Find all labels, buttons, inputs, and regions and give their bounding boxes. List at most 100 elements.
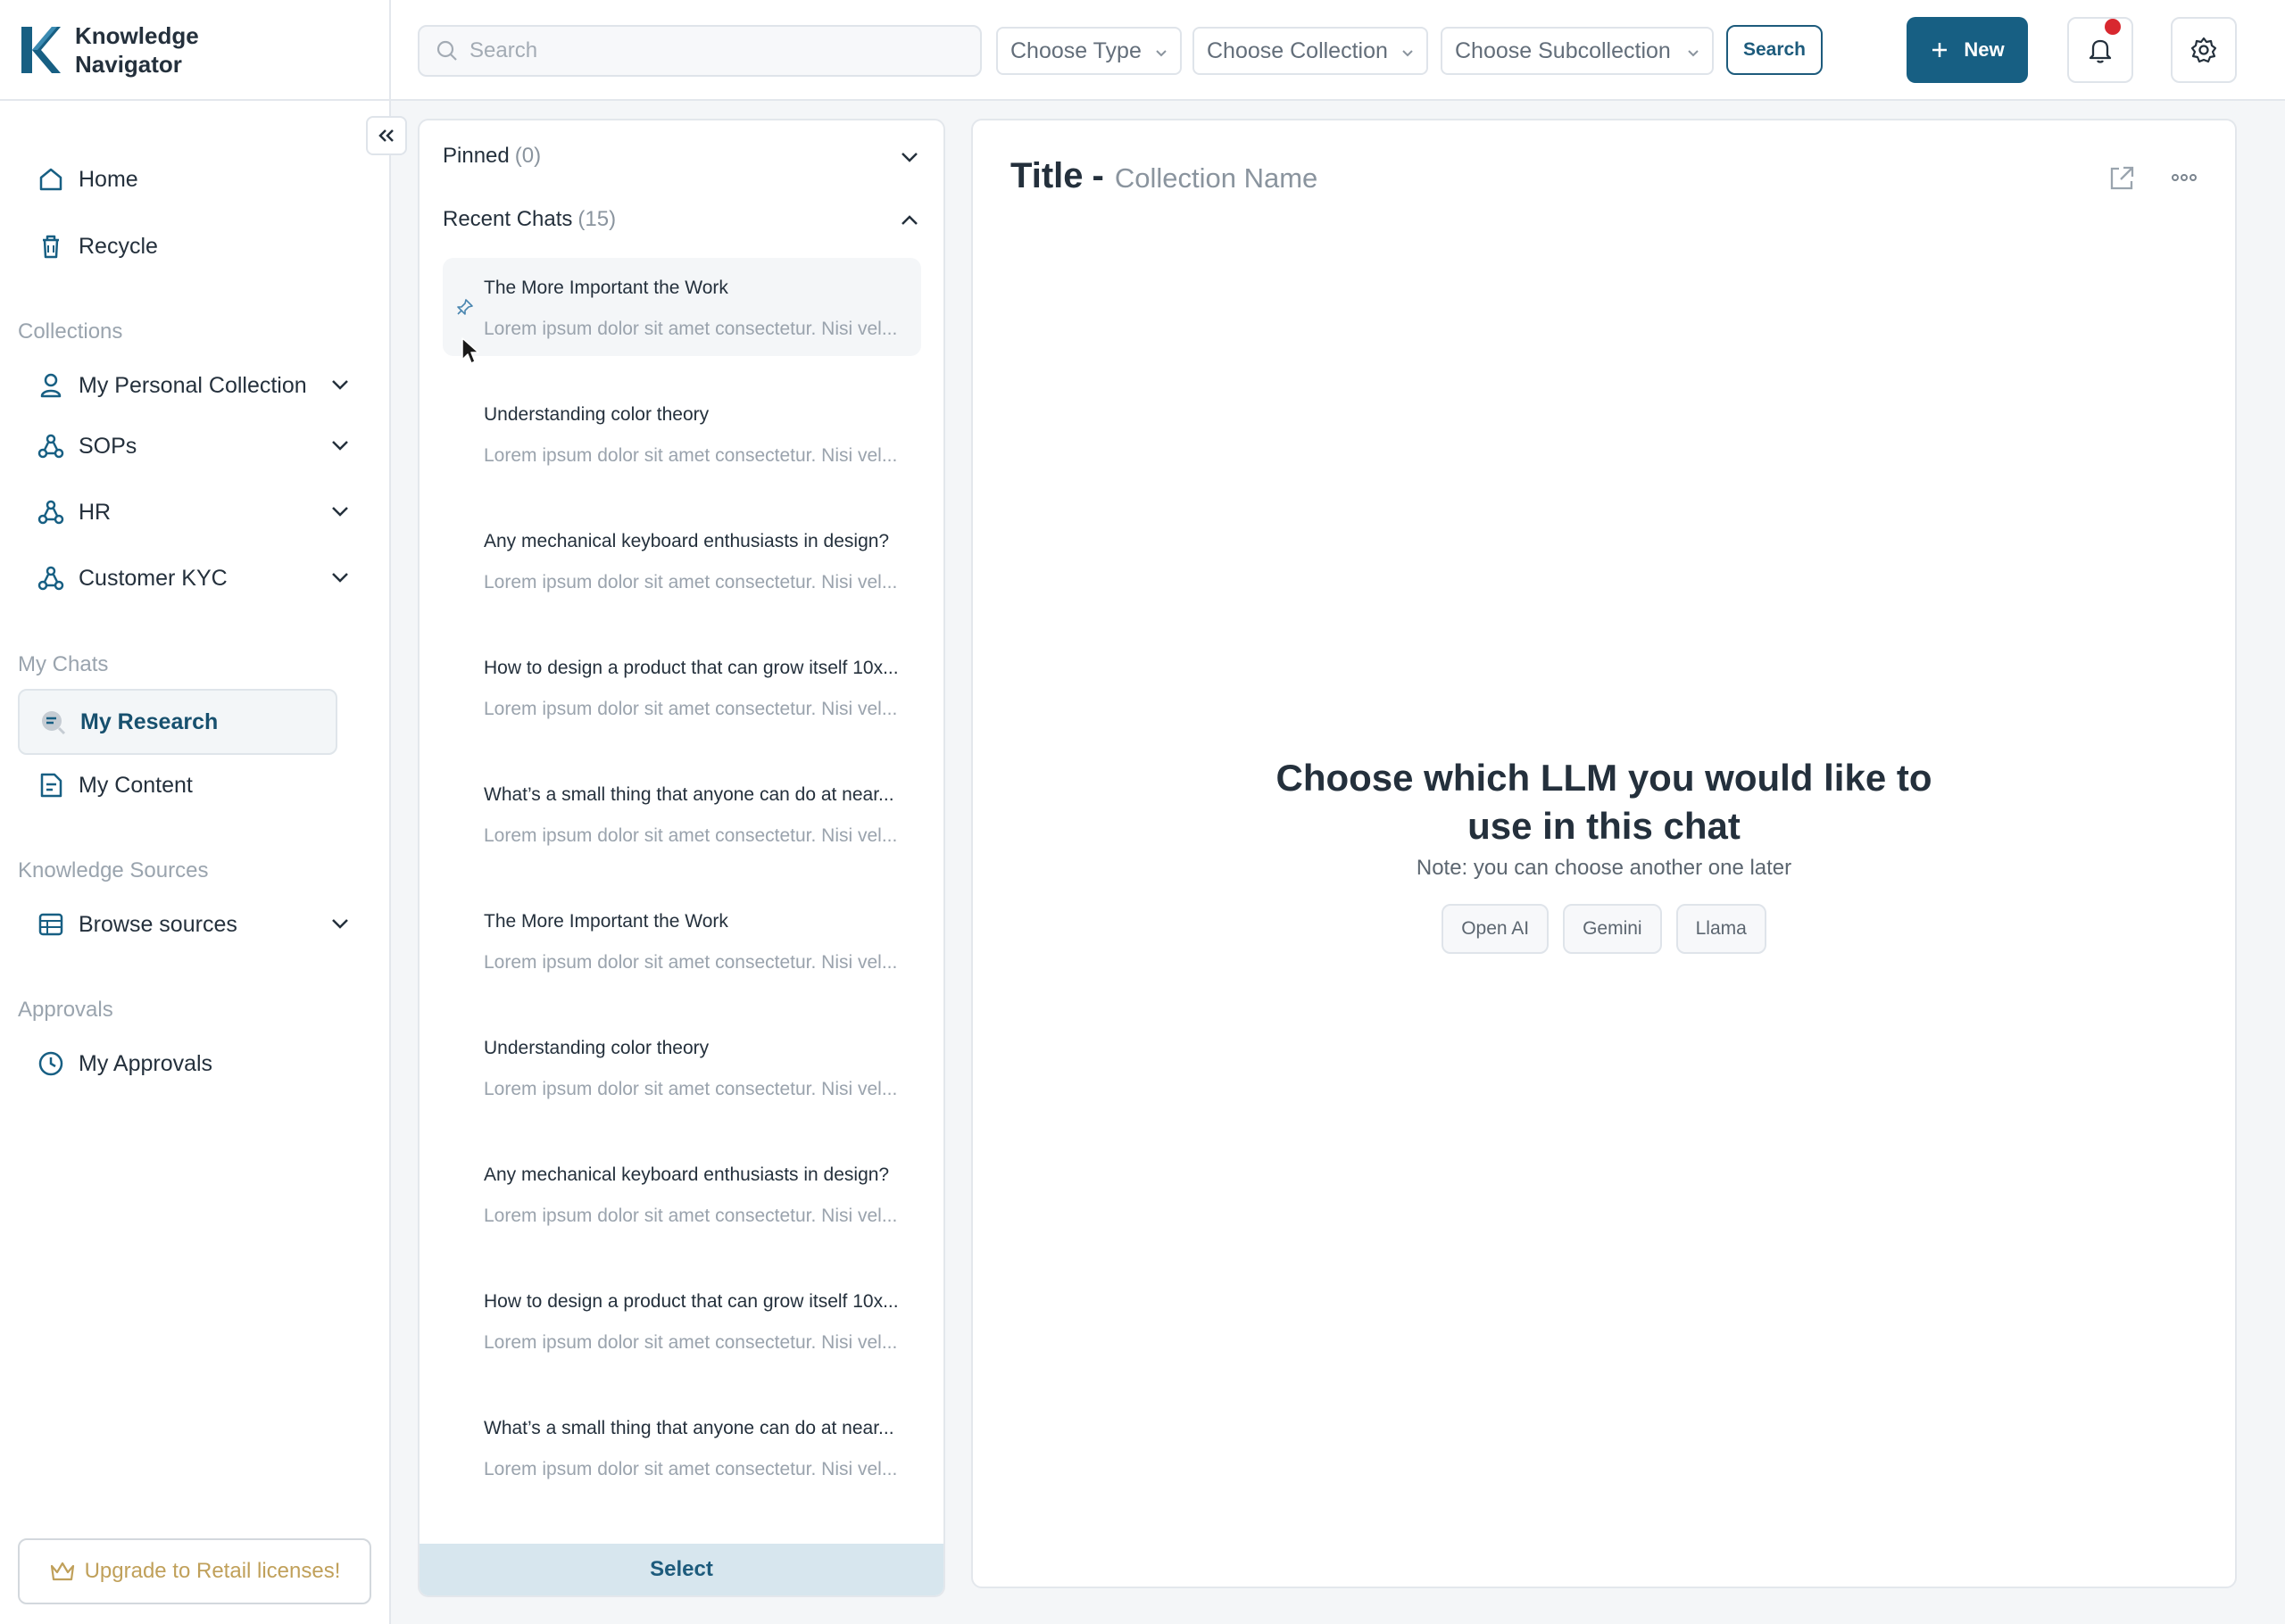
topbar: Choose Type Choose Collection Choose Sub… <box>391 0 2285 101</box>
chevron-down-icon <box>1688 50 1699 57</box>
chat-title: Any mechanical keyboard enthusiasts in d… <box>484 1164 890 1185</box>
sidebar-item-my-research[interactable]: My Research <box>18 689 337 755</box>
llm-option-llama[interactable]: Llama <box>1675 904 1766 954</box>
sidebar-item-home[interactable]: Home <box>18 147 337 211</box>
chat-list-item[interactable]: Understanding color theory Lorem ipsum d… <box>443 1018 921 1116</box>
llm-chooser: Choose which LLM you would like to use i… <box>973 754 2235 954</box>
sidebar-item-sops[interactable]: SOPs <box>18 414 348 478</box>
content-icon <box>36 770 66 800</box>
collection-icon <box>36 431 66 461</box>
sidebar-item-my-personal-collection[interactable]: My Personal Collection <box>18 353 348 418</box>
llm-heading: Choose which LLM you would like to use i… <box>1275 757 1932 847</box>
subcollection-select[interactable]: Choose Subcollection <box>1441 27 1714 75</box>
chat-list-item[interactable]: Any mechanical keyboard enthusiasts in d… <box>443 1145 921 1243</box>
chevron-down-icon[interactable] <box>898 145 921 169</box>
chat-title: Understanding color theory <box>484 1038 710 1058</box>
type-select-value: Choose Type <box>1010 37 1142 63</box>
chat-preview: Lorem ipsum dolor sit amet consectetur. … <box>484 1459 898 1479</box>
collection-icon <box>36 497 66 527</box>
chat-title: How to design a product that can grow it… <box>484 658 899 678</box>
crown-icon <box>49 1559 76 1584</box>
chat-title: How to design a product that can grow it… <box>484 1291 899 1312</box>
chat-list-item[interactable]: Any mechanical keyboard enthusiasts in d… <box>443 511 921 609</box>
search-field[interactable] <box>418 25 982 77</box>
chevron-down-icon[interactable] <box>328 912 352 935</box>
chat-list-item[interactable]: The More Important the Work Lorem ipsum … <box>443 891 921 990</box>
collection-select-value: Choose Collection <box>1207 37 1388 63</box>
collection-icon <box>36 563 66 593</box>
chat-title-text[interactable]: Title <box>1010 156 1084 196</box>
sidebar-item-label: My Approvals <box>79 1050 213 1076</box>
chevron-down-icon <box>1402 50 1413 57</box>
new-button[interactable]: New <box>1907 17 2028 83</box>
sidebar-item-my-approvals[interactable]: My Approvals <box>18 1032 337 1096</box>
chevron-up-icon[interactable] <box>898 209 921 232</box>
search-button[interactable]: Search <box>1726 25 1823 75</box>
chevron-down-icon[interactable] <box>328 500 352 523</box>
sidebar-item-recycle[interactable]: Recycle <box>18 214 337 278</box>
chat-list-item[interactable]: Understanding color theory Lorem ipsum d… <box>443 385 921 483</box>
settings-button[interactable] <box>2171 17 2237 83</box>
type-select[interactable]: Choose Type <box>996 27 1182 75</box>
sidebar-item-label: My Personal Collection <box>79 372 307 398</box>
user-icon <box>36 370 66 401</box>
notifications-button[interactable] <box>2067 17 2133 83</box>
recent-chats-label: Recent Chats <box>443 207 573 231</box>
recycle-icon <box>36 231 66 261</box>
double-chevron-left-icon <box>378 129 394 142</box>
sidebar-item-label: Recycle <box>79 233 158 259</box>
upgrade-button[interactable]: Upgrade to Retail licenses! <box>18 1538 371 1604</box>
chat-list-item[interactable]: How to design a product that can grow it… <box>443 1272 921 1370</box>
page-title: Title - Collection Name <box>1010 156 1317 196</box>
collection-name: Collection Name <box>1114 162 1318 194</box>
pinned-section-header[interactable]: Pinned (0) <box>443 138 921 174</box>
bell-icon <box>2089 39 2112 63</box>
chat-preview: Lorem ipsum dolor sit amet consectetur. … <box>484 1079 898 1099</box>
search-input[interactable] <box>469 38 969 63</box>
chat-list-item[interactable]: What’s a small thing that anyone can do … <box>443 1398 921 1496</box>
select-button[interactable]: Select <box>420 1544 943 1595</box>
chat-list-panel: Pinned (0) Recent Chats (15) The More Im… <box>418 119 945 1597</box>
pin-icon[interactable] <box>455 297 475 317</box>
recent-chats-section-header[interactable]: Recent Chats (15) <box>443 202 921 237</box>
more-icon[interactable] <box>2171 172 2198 183</box>
chat-list-item[interactable]: What’s a small thing that anyone can do … <box>443 765 921 863</box>
my-chats-label: My Chats <box>18 652 109 676</box>
sidebar-item-customer-kyc[interactable]: Customer KYC <box>18 546 348 610</box>
llm-option-gemini[interactable]: Gemini <box>1563 904 1662 954</box>
sidebar-item-hr[interactable]: HR <box>18 480 348 544</box>
chat-preview: Lorem ipsum dolor sit amet consectetur. … <box>484 825 898 846</box>
chat-title: The More Important the Work <box>484 911 728 932</box>
sidebar-item-label: HR <box>79 499 112 525</box>
new-button-label: New <box>1964 38 2005 61</box>
sidebar-item-label: Home <box>79 166 138 192</box>
sidebar-item-label: My Content <box>79 772 193 798</box>
chevron-down-icon <box>1156 50 1167 57</box>
recent-chats-count: (15) <box>577 207 617 231</box>
llm-option-openai[interactable]: Open AI <box>1442 904 1550 954</box>
sidebar: Knowledge Navigator Home Recycle Collect… <box>0 0 391 1624</box>
sources-icon <box>36 909 66 940</box>
mouse-cursor-icon <box>461 337 479 364</box>
chat-title: What’s a small thing that anyone can do … <box>484 1418 894 1438</box>
chat-title: The More Important the Work <box>484 278 728 298</box>
chevron-down-icon[interactable] <box>328 566 352 589</box>
brand-name: Knowledge Navigator <box>75 21 199 78</box>
brand[interactable]: Knowledge Navigator <box>0 0 389 101</box>
chat-list-item[interactable]: How to design a product that can grow it… <box>443 638 921 736</box>
sidebar-item-browse-sources[interactable]: Browse sources <box>18 892 348 957</box>
approvals-label: Approvals <box>18 998 113 1022</box>
chevron-down-icon[interactable] <box>328 434 352 457</box>
title-separator: - <box>1092 156 1104 195</box>
collection-select[interactable]: Choose Collection <box>1192 27 1428 75</box>
external-link-icon[interactable] <box>2106 163 2137 194</box>
sidebar-item-my-content[interactable]: My Content <box>18 753 337 817</box>
sidebar-item-label: Customer KYC <box>79 565 228 591</box>
chat-preview: Lorem ipsum dolor sit amet consectetur. … <box>484 319 898 339</box>
chat-preview: Lorem ipsum dolor sit amet consectetur. … <box>484 572 898 592</box>
subcollection-select-value: Choose Subcollection <box>1455 37 1671 63</box>
gear-icon <box>2190 37 2217 63</box>
chat-list-item[interactable]: The More Important the Work Lorem ipsum … <box>443 258 921 356</box>
chevron-down-icon[interactable] <box>328 373 352 396</box>
collapse-sidebar-button[interactable] <box>366 116 407 155</box>
